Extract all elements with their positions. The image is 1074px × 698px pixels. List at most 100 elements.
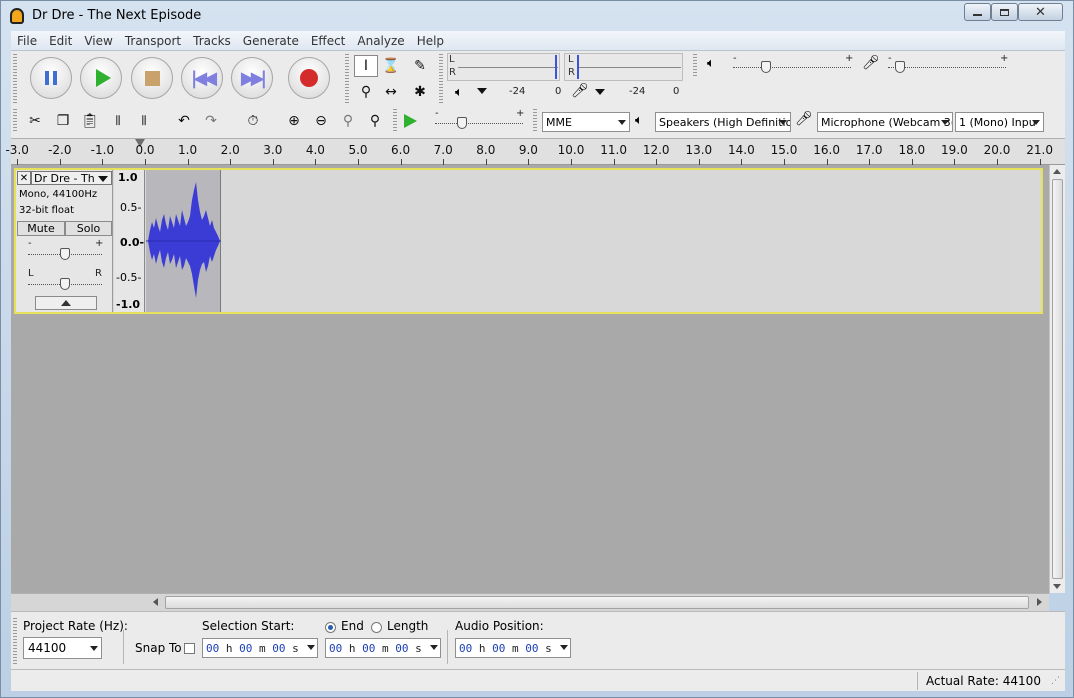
- copy-button[interactable]: ❐: [51, 110, 75, 132]
- scroll-right-icon[interactable]: [1037, 598, 1042, 606]
- seconds-unit: s: [292, 641, 299, 655]
- menu-effect[interactable]: Effect: [305, 34, 352, 48]
- multi-tool-button[interactable]: ✱: [408, 81, 432, 103]
- undo-button[interactable]: ↶: [172, 110, 196, 132]
- collapse-track-button[interactable]: [35, 296, 97, 310]
- microphone-icon[interactable]: 🎤︎: [571, 83, 589, 99]
- selection-end-field[interactable]: 00 h 00 m 00 s: [325, 638, 441, 658]
- draw-tool-button[interactable]: ✎: [408, 55, 432, 77]
- end-radio[interactable]: [325, 622, 336, 633]
- pan-slider-thumb[interactable]: [60, 278, 70, 290]
- menu-tracks[interactable]: Tracks: [187, 34, 237, 48]
- horizontal-scroll-thumb[interactable]: [165, 596, 1029, 609]
- resize-grip-icon[interactable]: ⋰: [1051, 676, 1060, 686]
- silence-button[interactable]: ⫼: [132, 110, 156, 132]
- scroll-down-icon[interactable]: [1053, 584, 1061, 589]
- output-volume-slider[interactable]: [733, 67, 851, 68]
- toolbar-grip[interactable]: [393, 109, 397, 133]
- trim-button[interactable]: ⫼: [106, 110, 130, 132]
- input-channels-select[interactable]: 1 (Mono) Inpu: [955, 112, 1044, 132]
- ruler-tick-label: 16.0: [813, 143, 840, 157]
- scroll-up-icon[interactable]: [1053, 169, 1061, 174]
- redo-button[interactable]: ↷: [199, 110, 223, 132]
- toolbar-grip[interactable]: [13, 618, 17, 664]
- toolbar-grip[interactable]: [13, 109, 17, 133]
- vertical-scroll-thumb[interactable]: [1052, 179, 1063, 579]
- skip-to-start-button[interactable]: |◀◀: [181, 57, 223, 99]
- output-volume-icon: 🔈︎: [707, 56, 715, 71]
- trim-icon: ⫼: [115, 114, 121, 127]
- amplitude-ruler[interactable]: 1.0 0.5- 0.0- -0.5- -1.0: [114, 170, 145, 312]
- chevron-down-icon[interactable]: [595, 89, 605, 95]
- audio-host-select[interactable]: MME: [542, 112, 630, 132]
- menu-help[interactable]: Help: [411, 34, 450, 48]
- track-panel[interactable]: ✕ Dr Dre - Th Mono, 44100Hz 32-bit float…: [11, 165, 1049, 593]
- selection-tool-button[interactable]: I: [354, 55, 378, 77]
- solo-button[interactable]: Solo: [65, 221, 112, 236]
- mute-button[interactable]: Mute: [17, 221, 65, 236]
- input-volume-thumb[interactable]: [894, 61, 905, 73]
- cut-button[interactable]: ✂: [23, 110, 47, 132]
- toolbar-grip[interactable]: [439, 54, 443, 104]
- zoom-tool-button[interactable]: ⚲: [354, 81, 378, 103]
- playback-meter[interactable]: L R: [447, 53, 560, 81]
- fit-selection-button[interactable]: ⚲: [336, 110, 360, 132]
- fit-project-button[interactable]: ⚲: [363, 110, 387, 132]
- time-shift-tool-button[interactable]: ↔: [379, 81, 403, 103]
- horizontal-scrollbar[interactable]: [11, 593, 1049, 611]
- close-track-button[interactable]: ✕: [17, 171, 31, 185]
- ruler-tick-label: 7.0: [433, 143, 453, 157]
- selection-start-field[interactable]: 00 h 00 m 00 s: [202, 638, 318, 658]
- audio-track[interactable]: ✕ Dr Dre - Th Mono, 44100Hz 32-bit float…: [14, 168, 1043, 314]
- envelope-tool-button[interactable]: ⌛: [379, 55, 403, 77]
- stop-button[interactable]: [131, 57, 173, 99]
- toolbar-grip[interactable]: [533, 109, 537, 133]
- length-radio[interactable]: [371, 622, 382, 633]
- zoom-in-button[interactable]: ⊕: [282, 110, 306, 132]
- chevron-down-icon[interactable]: [307, 645, 315, 650]
- toolbar-grip[interactable]: [13, 54, 17, 104]
- separator: [123, 630, 124, 664]
- audio-position-field[interactable]: 00 h 00 m 00 s: [455, 638, 571, 658]
- paste-button[interactable]: 📋︎: [78, 110, 102, 132]
- toolbar-grip[interactable]: [345, 54, 349, 104]
- pause-button[interactable]: [30, 57, 72, 99]
- chevron-down-icon[interactable]: [430, 645, 438, 650]
- output-volume-thumb[interactable]: [761, 61, 772, 73]
- snap-to-checkbox[interactable]: [184, 643, 195, 654]
- play-at-speed-icon[interactable]: [404, 114, 417, 128]
- track-name-menu[interactable]: Dr Dre - Th: [31, 171, 112, 185]
- sync-lock-button[interactable]: ⏱: [241, 110, 265, 132]
- input-volume-slider[interactable]: [888, 67, 1006, 68]
- silence-icon: ⫼: [141, 114, 147, 127]
- vertical-scrollbar[interactable]: [1049, 165, 1065, 593]
- play-speed-thumb[interactable]: [457, 117, 467, 129]
- scroll-left-icon[interactable]: [153, 598, 158, 606]
- gain-slider-thumb[interactable]: [60, 248, 70, 260]
- minimize-button[interactable]: [964, 3, 991, 21]
- record-button[interactable]: [288, 57, 330, 99]
- chevron-down-icon[interactable]: [477, 88, 487, 94]
- toolbar-grip[interactable]: [693, 54, 697, 76]
- timeline-ruler[interactable]: -3.0 -2.0 -1.0 0.0 1.0 2.0 3.0 4.0 5.0 6.0 7.0 8.0 9…: [5, 139, 1065, 165]
- input-device-select[interactable]: Microphone (Webcam 3(: [817, 112, 953, 132]
- skip-to-end-button[interactable]: ▶▶|: [231, 57, 273, 99]
- play-speed-slider[interactable]: [435, 123, 523, 124]
- menu-analyze[interactable]: Analyze: [351, 34, 410, 48]
- menu-view[interactable]: View: [78, 34, 118, 48]
- play-button[interactable]: [80, 57, 122, 99]
- output-device-select[interactable]: Speakers (High Definitio: [655, 112, 791, 132]
- project-rate-select[interactable]: 44100: [23, 637, 102, 659]
- menu-generate[interactable]: Generate: [237, 34, 305, 48]
- ruler-tick-label: 19.0: [941, 143, 968, 157]
- chevron-down-icon[interactable]: [560, 645, 568, 650]
- close-window-button[interactable]: ✕: [1018, 3, 1063, 21]
- menu-edit[interactable]: Edit: [43, 34, 78, 48]
- record-meter[interactable]: L R: [564, 53, 683, 81]
- zoom-out-button[interactable]: ⊖: [309, 110, 333, 132]
- audio-clip[interactable]: [146, 170, 221, 312]
- maximize-button[interactable]: [991, 3, 1018, 21]
- menu-transport[interactable]: Transport: [119, 34, 187, 48]
- menu-file[interactable]: File: [11, 34, 43, 48]
- speaker-icon[interactable]: 🔈︎: [455, 85, 463, 100]
